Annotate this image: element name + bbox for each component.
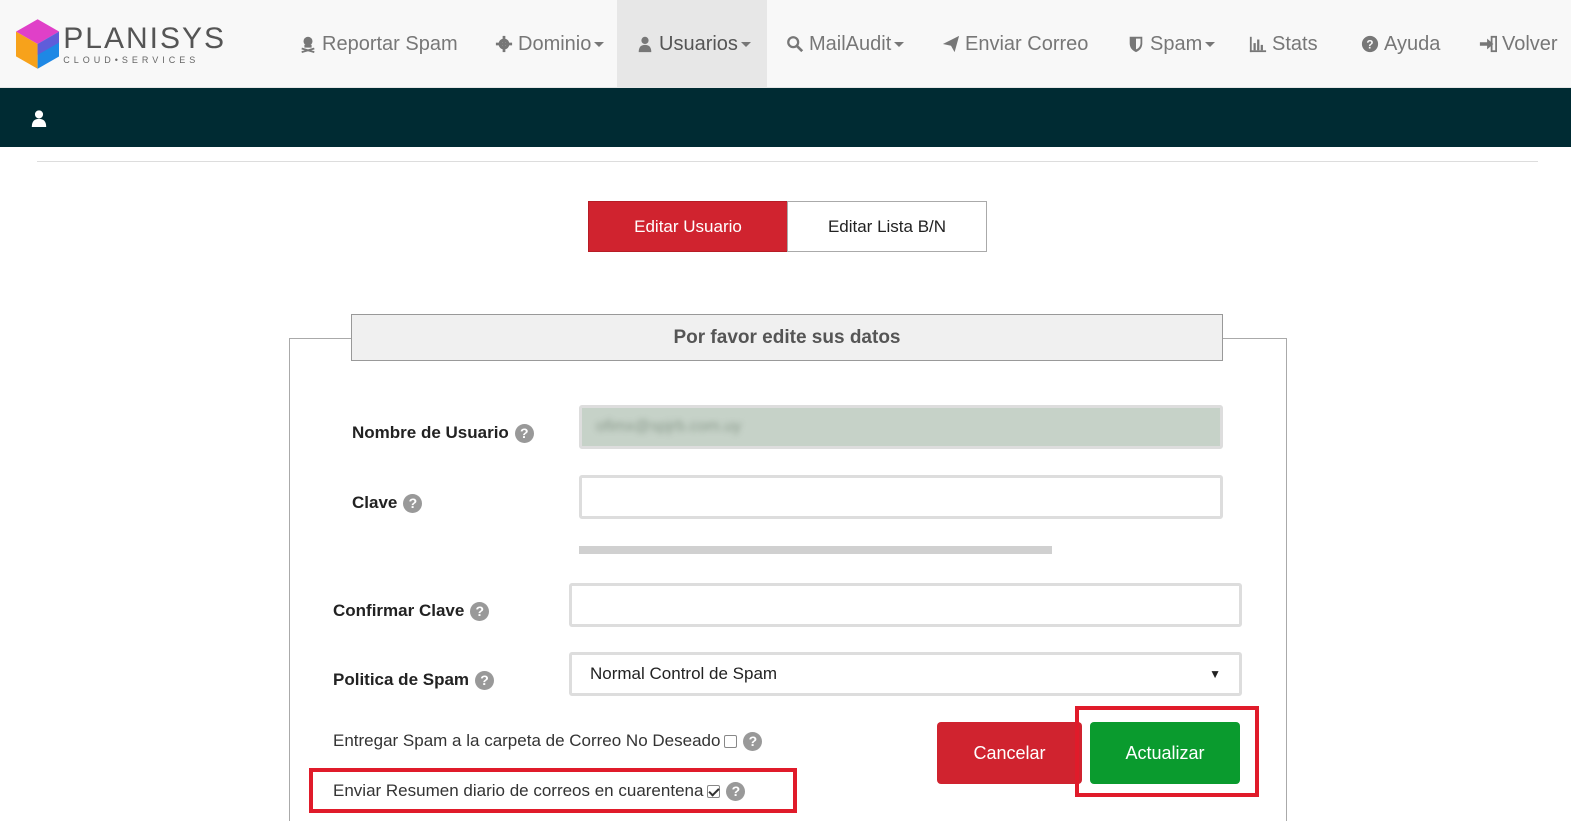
nav-label: Stats [1272,32,1318,55]
nav-volver[interactable]: Volver [1478,0,1558,88]
nav-label: Enviar Correo [965,32,1089,55]
tab-editar-usuario[interactable]: Editar Usuario [588,201,788,252]
spam-policy-label: Politica de Spam? [333,668,495,692]
user-icon[interactable] [30,109,48,127]
junk-folder-checkbox[interactable] [724,734,738,748]
brand-tagline: CLOUD•SERVICES [63,54,200,65]
nav-label: Volver [1502,32,1558,55]
password-field[interactable] [579,475,1223,519]
help-icon[interactable]: ? [743,731,763,751]
nav-dominio[interactable]: Dominio [494,0,605,88]
policy-label-text: Politica de Spam [333,670,470,689]
user-context-bar [0,88,1571,147]
confirm-password-label: Confirmar Clave? [333,599,490,623]
password-label-text: Clave [352,493,398,512]
chevron-down-icon [594,41,605,47]
nav-label: Spam [1150,32,1203,55]
user-icon [635,34,655,54]
junk-folder-option: Entregar Spam a la carpeta de Correo No … [333,729,763,753]
spam-policy-value: Normal Control de Spam [590,664,778,683]
confirm-label-text: Confirmar Clave [333,601,465,620]
sign-in-icon [1478,34,1498,54]
brand-logo[interactable]: PLANISYS CLOUD•SERVICES [16,12,226,76]
nav-label: MailAudit [809,32,892,55]
nav-label: Dominio [518,32,592,55]
nav-ayuda[interactable]: ? Ayuda [1360,0,1440,88]
dropdown-arrow-icon: ▼ [1209,667,1221,681]
username-label: Nombre de Usuario? [352,421,534,445]
svg-text:?: ? [1366,39,1373,52]
search-icon [785,34,805,54]
help-icon[interactable]: ? [470,601,490,621]
nav-spam[interactable]: Spam [1126,0,1216,88]
chevron-down-icon [740,41,751,47]
username-value: ofimx@spjrb.com.uy [596,418,742,435]
password-label: Clave? [352,491,423,515]
form-legend: Por favor edite sus datos [351,314,1223,361]
help-icon[interactable]: ? [514,423,534,443]
tab-editar-lista[interactable]: Editar Lista B/N [787,201,987,252]
question-icon: ? [1360,34,1380,54]
confirm-password-field[interactable] [569,583,1242,627]
cube-logo-icon [16,19,60,69]
chevron-down-icon [894,41,905,47]
nav-label: Usuarios [659,32,738,55]
username-label-text: Nombre de Usuario [352,423,509,442]
bar-chart-icon [1248,34,1268,54]
shield-icon [1126,34,1146,54]
username-field: ofimx@spjrb.com.uy [579,405,1223,449]
divider [37,161,1538,162]
top-navbar: PLANISYS CLOUD•SERVICES Reportar Spam Do… [0,0,1571,88]
help-icon[interactable]: ? [403,493,423,513]
nav-reportar-spam[interactable]: Reportar Spam [298,0,458,88]
nav-mailaudit[interactable]: MailAudit [785,0,905,88]
junk-folder-label: Entregar Spam a la carpeta de Correo No … [333,731,721,750]
nav-label: Reportar Spam [322,32,458,55]
annotation-highlight-update [1075,706,1259,797]
nav-stats[interactable]: Stats [1248,0,1318,88]
chevron-down-icon [1205,41,1216,47]
annotation-highlight-digest [309,768,797,813]
send-icon [941,34,961,54]
cancel-button[interactable]: Cancelar [937,722,1082,784]
gear-icon [494,34,514,54]
nav-enviar-correo[interactable]: Enviar Correo [941,0,1088,88]
password-strength-meter [579,546,1052,554]
nav-usuarios[interactable]: Usuarios [617,0,767,88]
nav-label: Ayuda [1384,32,1441,55]
help-icon[interactable]: ? [475,670,495,690]
brand-name: PLANISYS [63,21,226,55]
spam-policy-select[interactable]: Normal Control de Spam ▼ [569,652,1242,696]
skull-icon [298,34,318,54]
